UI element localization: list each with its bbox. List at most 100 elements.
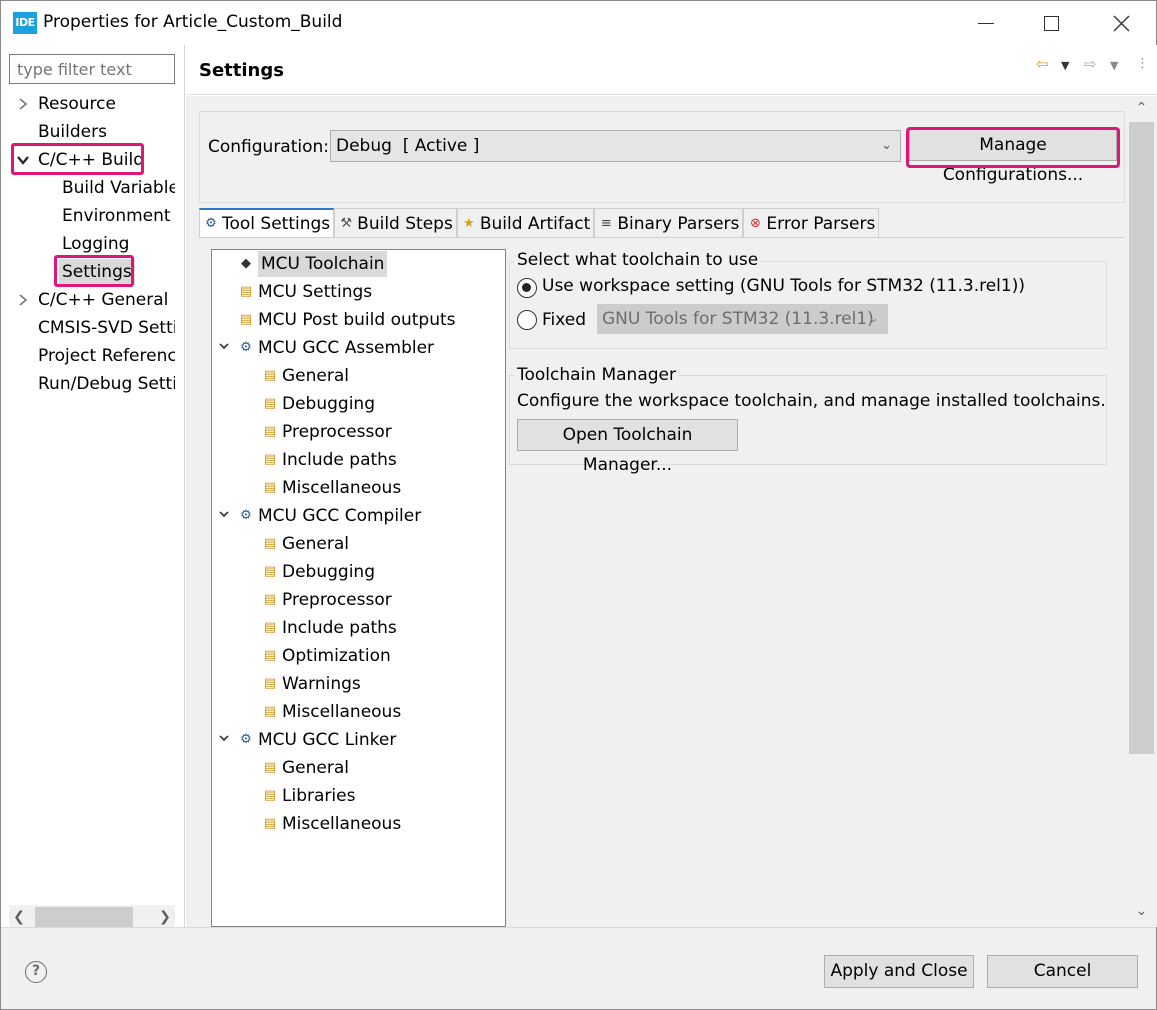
binary-icon: ≡	[600, 215, 612, 231]
folder-icon: ▤	[239, 284, 253, 299]
scroll-right-icon[interactable]: ❯	[155, 905, 175, 929]
nav-item-environment[interactable]: Environment	[62, 203, 175, 229]
tree-item-general[interactable]: ▤ General	[260, 755, 349, 781]
tree-item-miscellaneous[interactable]: ▤ Miscellaneous	[260, 475, 401, 501]
tree-item-general[interactable]: ▤ General	[260, 363, 349, 389]
nav-item-build-variables[interactable]: Build Variables	[62, 175, 175, 201]
folder-icon: ▤	[263, 536, 277, 551]
title-bar: IDE Properties for Article_Custom_Build	[1, 1, 1156, 45]
folder-icon: ▤	[263, 396, 277, 411]
close-button[interactable]	[1091, 1, 1151, 45]
tab-tool-settings[interactable]: ⚙ Tool Settings	[199, 208, 335, 238]
chevron-down-icon[interactable]	[217, 727, 231, 753]
filter-input[interactable]	[9, 54, 175, 84]
tree-item-debugging[interactable]: ▤ Debugging	[260, 391, 375, 417]
tree-item-label: Libraries	[282, 786, 356, 806]
fixed-toolchain-value: GNU Tools for STM32 (11.3.rel1)	[602, 309, 874, 329]
tree-item-label: MCU GCC Assembler	[258, 338, 435, 358]
folder-icon: ▤	[263, 368, 277, 383]
chevron-right-icon[interactable]	[16, 287, 30, 313]
back-menu-icon[interactable]: ▼	[1061, 59, 1069, 72]
fixed-toolchain-radio[interactable]	[517, 310, 537, 330]
tree-item-mcu-toolchain[interactable]: ◆ MCU Toolchain	[236, 251, 388, 277]
view-menu-icon[interactable]: ⋮	[1136, 56, 1149, 71]
tree-item-label: MCU GCC Compiler	[258, 506, 422, 526]
gear-icon: ⚙	[240, 732, 252, 747]
scroll-thumb[interactable]	[35, 907, 133, 927]
chevron-down-icon[interactable]	[217, 335, 231, 361]
folder-icon: ▤	[263, 452, 277, 467]
apply-and-close-button[interactable]: Apply and Close	[824, 955, 974, 988]
scroll-thumb[interactable]	[1129, 122, 1154, 754]
tab-build-steps[interactable]: ⚒ Build Steps	[334, 208, 457, 238]
ide-app-icon: IDE	[13, 12, 37, 34]
nav-item-builders[interactable]: Builders	[38, 119, 175, 145]
tree-item-libraries[interactable]: ▤ Libraries	[260, 783, 356, 809]
nav-item-run-debug-settings[interactable]: Run/Debug Settings	[38, 371, 175, 397]
tree-item-warnings[interactable]: ▤ Warnings	[260, 671, 361, 697]
chevron-down-icon: ⌄	[868, 311, 879, 326]
tab-label: Tool Settings	[222, 214, 331, 234]
folder-icon: ▤	[263, 816, 277, 831]
maximize-button[interactable]	[1021, 1, 1081, 45]
forward-menu-icon[interactable]: ▼	[1110, 59, 1118, 72]
open-toolchain-manager-button[interactable]: Open Toolchain Manager...	[517, 419, 738, 475]
tree-item-optimization[interactable]: ▤ Optimization	[260, 643, 391, 669]
minimize-button[interactable]	[956, 1, 1016, 45]
workspace-setting-radio[interactable]	[517, 278, 537, 298]
tree-item-mcu-gcc-linker[interactable]: ⚙ MCU GCC Linker	[236, 727, 396, 753]
scroll-left-icon[interactable]: ❮	[9, 905, 29, 929]
settings-content: Configuration: Debug [ Active ] ⌄ Manage…	[186, 96, 1126, 927]
settings-tabs: ⚙ Tool Settings ⚒ Build Steps ★ Build Artifac…	[199, 208, 880, 238]
tree-item-general[interactable]: ▤ General	[260, 531, 349, 557]
tree-item-include-paths[interactable]: ▤ Include paths	[260, 615, 397, 641]
scroll-up-icon[interactable]: ⌃	[1126, 96, 1157, 120]
configuration-combo[interactable]: Debug [ Active ] ⌄	[330, 130, 901, 162]
folder-icon: ▤	[263, 564, 277, 579]
tree-item-miscellaneous[interactable]: ▤ Miscellaneous	[260, 811, 401, 837]
properties-window: IDE Properties for Article_Custom_Build …	[0, 0, 1157, 1010]
page-title: Settings	[199, 60, 284, 81]
gear-icon: ⚙	[240, 340, 252, 355]
folder-icon: ▤	[239, 312, 253, 327]
back-arrow-icon[interactable]: ⇦	[1036, 55, 1049, 73]
nav-item-c-c-general[interactable]: C/C++ General	[38, 287, 175, 313]
tree-item-miscellaneous[interactable]: ▤ Miscellaneous	[260, 699, 401, 725]
scroll-down-icon[interactable]: ⌄	[1126, 899, 1157, 923]
toolchain-manager-title: Toolchain Manager	[514, 365, 679, 385]
tree-item-mcu-gcc-assembler[interactable]: ⚙ MCU GCC Assembler	[236, 335, 434, 361]
tree-item-label: Optimization	[282, 646, 391, 666]
tab-label: Binary Parsers	[617, 213, 740, 234]
tree-item-label: Miscellaneous	[282, 478, 402, 498]
tree-item-preprocessor[interactable]: ▤ Preprocessor	[260, 419, 392, 445]
window-title: Properties for Article_Custom_Build	[43, 12, 343, 32]
tool-settings-tree: ◆ MCU Toolchain ▤ MCU Settings ▤ MCU Post bui…	[211, 249, 506, 927]
help-icon[interactable]: ?	[25, 961, 47, 983]
nav-item-resource[interactable]: Resource	[38, 91, 175, 117]
property-nav: ResourceBuildersC/C++ BuildBuild Variabl…	[1, 45, 185, 929]
tab-error-parsers[interactable]: ⊗ Error Parsers	[743, 208, 880, 238]
toolchain-select-title: Select what toolchain to use	[514, 250, 762, 270]
tab-divider	[199, 237, 1125, 238]
tree-item-debugging[interactable]: ▤ Debugging	[260, 559, 375, 585]
tree-item-mcu-gcc-compiler[interactable]: ⚙ MCU GCC Compiler	[236, 503, 421, 529]
nav-horizontal-scrollbar[interactable]: ❮ ❯	[9, 905, 175, 929]
toolchain-manager-description: Configure the workspace toolchain, and m…	[517, 391, 1106, 411]
forward-arrow-icon[interactable]: ⇨	[1084, 55, 1097, 73]
tree-item-mcu-settings[interactable]: ▤ MCU Settings	[236, 279, 372, 305]
nav-item-logging[interactable]: Logging	[62, 231, 175, 257]
gear-icon: ⚙	[205, 216, 217, 231]
chevron-down-icon[interactable]	[217, 503, 231, 529]
tab-binary-parsers[interactable]: ≡ Binary Parsers	[594, 208, 744, 238]
chevron-down-icon: ⌄	[881, 138, 892, 153]
nav-item-project-references[interactable]: Project References	[38, 343, 175, 369]
nav-item-cmsis-svd-settings[interactable]: CMSIS-SVD Settings	[38, 315, 175, 341]
tree-item-label: MCU GCC Linker	[258, 730, 397, 750]
cancel-button[interactable]: Cancel	[987, 955, 1138, 988]
tree-item-preprocessor[interactable]: ▤ Preprocessor	[260, 587, 392, 613]
chevron-right-icon[interactable]	[16, 91, 30, 117]
tab-build-artifact[interactable]: ★ Build Artifact	[456, 208, 595, 238]
tree-item-include-paths[interactable]: ▤ Include paths	[260, 447, 397, 473]
tree-item-mcu-post-build-outputs[interactable]: ▤ MCU Post build outputs	[236, 307, 456, 333]
settings-vertical-scrollbar[interactable]: ⌃ ⌄	[1126, 96, 1157, 927]
